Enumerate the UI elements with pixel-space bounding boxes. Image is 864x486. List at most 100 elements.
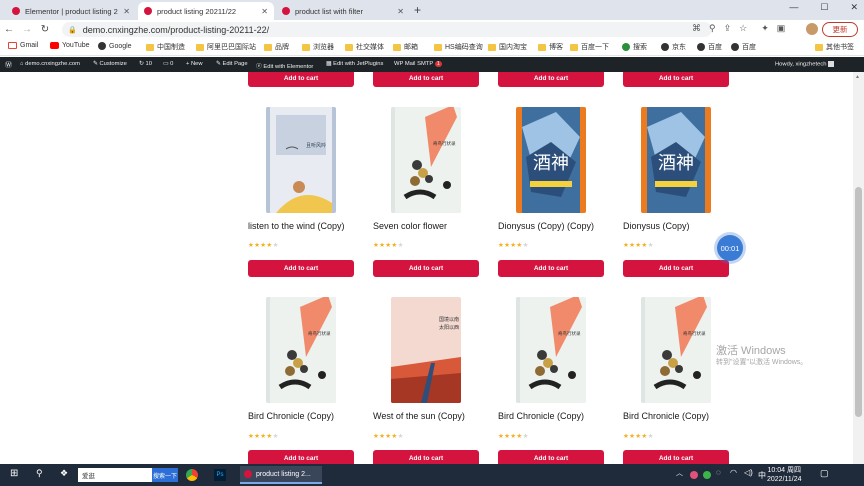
maximize-button[interactable]: ☐ (820, 2, 828, 13)
forward-button[interactable]: → (18, 24, 36, 35)
product-title[interactable]: Dionysus (Copy) (623, 221, 690, 231)
product-image[interactable]: 奇鸟行状录 (516, 297, 586, 403)
wp-jetplugins-link[interactable]: ▦ Edit with JetPlugins (326, 61, 383, 67)
chrome-icon[interactable] (186, 469, 198, 481)
taskbar-app-chrome[interactable]: product listing 2... (240, 466, 322, 484)
product-title[interactable]: West of the sun (Copy) (373, 411, 465, 421)
address-bar[interactable]: 🔒 demo.cnxingzhe.com/product-listing-202… (62, 22, 712, 37)
bookmark-item[interactable]: 国内淘宝 (488, 42, 527, 52)
ime-indicator[interactable]: 中 (758, 470, 766, 481)
add-to-cart-button[interactable]: Add to cart (248, 72, 354, 87)
bookmark-item[interactable]: 品牌 (264, 42, 289, 52)
wp-site-link[interactable]: ⌂ demo.cnxingzhe.com (20, 61, 80, 67)
bookmark-item[interactable]: 百度一下 (570, 42, 609, 52)
product-title[interactable]: Bird Chronicle (Copy) (248, 411, 334, 421)
bookmark-item[interactable]: 社交媒体 (345, 42, 384, 52)
wechat-icon[interactable] (703, 471, 711, 479)
sidebar-icon[interactable]: ▣ (777, 23, 786, 34)
product-title[interactable]: listen to the wind (Copy) (248, 221, 345, 231)
minimize-button[interactable]: — (789, 2, 798, 13)
bookmark-item[interactable]: 中国制造 (146, 42, 185, 52)
add-to-cart-button[interactable]: Add to cart (498, 450, 604, 464)
close-icon[interactable]: ✕ (123, 7, 130, 16)
product-image[interactable]: 奇鸟行状录 (641, 297, 711, 403)
timer-badge[interactable]: 00:01 (717, 235, 743, 261)
new-tab-button[interactable]: + (414, 3, 421, 17)
wp-customize-link[interactable]: ✎ Customize (93, 61, 127, 67)
reload-button[interactable]: ↻ (36, 24, 54, 35)
wp-howdy-link[interactable]: Howdy, xingzhetech (775, 61, 835, 68)
notification-icon[interactable]: ▢ (820, 468, 829, 479)
product-title[interactable]: Bird Chronicle (Copy) (623, 411, 709, 421)
scroll-up-icon[interactable]: ▲ (855, 74, 860, 80)
product-image[interactable]: 酒神 (641, 107, 711, 213)
add-to-cart-button[interactable]: Add to cart (623, 450, 729, 464)
taskbar-clock[interactable]: 10:04 周四 2022/11/24 (767, 466, 802, 484)
taskbar-search-button[interactable]: 搜索一下 (152, 468, 178, 482)
wp-elementor-link[interactable]: ⓔ Edit with Elementor (256, 61, 313, 70)
bookmark-item[interactable]: YouTube (50, 42, 90, 49)
tray-app-icon[interactable] (690, 471, 698, 479)
bookmark-item[interactable]: Gmail (8, 42, 38, 49)
avatar[interactable] (806, 23, 818, 35)
taskbar-search-input[interactable]: 爱逛 搜索一下 (78, 468, 178, 482)
product-title[interactable]: Dionysus (Copy) (Copy) (498, 221, 594, 231)
bookmark-item[interactable]: 阿里巴巴国际站 (196, 42, 256, 52)
translate-icon[interactable]: ⌘ (692, 23, 701, 34)
bookmark-item[interactable]: 其他书签 (815, 42, 854, 52)
bookmark-item[interactable]: 博客 (538, 42, 563, 52)
add-to-cart-button[interactable]: Add to cart (498, 72, 604, 87)
add-to-cart-button[interactable]: Add to cart (373, 450, 479, 464)
bookmark-item[interactable]: HS编码查询 (434, 42, 483, 52)
product-image[interactable]: 国境以南 太阳以西 (391, 297, 461, 403)
wifi-icon[interactable]: ◠ (730, 468, 737, 477)
wp-updates-link[interactable]: ↻ 10 (139, 61, 152, 67)
network-icon[interactable]: ◌ (716, 468, 721, 477)
wp-new-link[interactable]: + New (186, 61, 203, 67)
bookmark-item[interactable]: 搜索 (622, 42, 647, 52)
update-button[interactable]: 更新 (822, 22, 858, 37)
tab-product-listing[interactable]: product listing 20211/22 ✕ (138, 2, 274, 20)
extensions-icon[interactable]: ✦ (761, 23, 769, 34)
bookmark-item[interactable]: 邮箱 (393, 42, 418, 52)
add-to-cart-button[interactable]: Add to cart (623, 260, 729, 277)
wp-smtp-link[interactable]: WP Mail SMTP 1 (394, 61, 442, 67)
photoshop-icon[interactable]: Ps (214, 469, 226, 481)
scrollbar-thumb[interactable] (855, 187, 862, 417)
chevron-up-icon[interactable]: ︿ (676, 468, 683, 478)
bookmark-item[interactable]: 百度 (697, 42, 722, 52)
bookmark-item[interactable]: Google (98, 42, 132, 50)
widgets-icon[interactable]: ❖ (60, 468, 68, 479)
close-icon[interactable]: ✕ (261, 7, 268, 16)
wp-comments-link[interactable]: ▭ 0 (163, 61, 173, 67)
scrollbar[interactable]: ▲ (853, 72, 864, 464)
volume-icon[interactable]: ◁) (744, 468, 753, 477)
add-to-cart-button[interactable]: Add to cart (248, 260, 354, 277)
add-to-cart-button[interactable]: Add to cart (623, 72, 729, 87)
close-window-button[interactable]: ✕ (850, 2, 858, 13)
bookmark-item[interactable]: 京东 (661, 42, 686, 52)
product-image[interactable]: 奇鸟行状录 (266, 297, 336, 403)
wp-edit-page-link[interactable]: ✎ Edit Page (216, 61, 248, 67)
add-to-cart-button[interactable]: Add to cart (248, 450, 354, 464)
wordpress-icon[interactable]: Ⓦ (5, 60, 12, 70)
product-image[interactable]: 且听风吟 (266, 107, 336, 213)
windows-start-icon[interactable]: ⊞ (10, 468, 18, 479)
bookmark-star-icon[interactable]: ☆ (739, 23, 747, 34)
product-image[interactable]: 酒神 (516, 107, 586, 213)
close-icon[interactable]: ✕ (397, 7, 404, 16)
product-title[interactable]: Seven color flower (373, 221, 447, 231)
product-title[interactable]: Bird Chronicle (Copy) (498, 411, 584, 421)
product-image[interactable]: 奇鸟行状录 (391, 107, 461, 213)
back-button[interactable]: ← (0, 24, 18, 35)
add-to-cart-button[interactable]: Add to cart (373, 72, 479, 87)
share-icon[interactable]: ⇪ (724, 23, 732, 34)
add-to-cart-button[interactable]: Add to cart (373, 260, 479, 277)
bookmark-item[interactable]: 百度 (731, 42, 756, 52)
bookmark-item[interactable]: 浏览器 (302, 42, 334, 52)
tab-product-list-filter[interactable]: product list with filter ✕ (276, 2, 410, 20)
search-icon[interactable]: ⚲ (36, 468, 43, 479)
zoom-icon[interactable]: ⚲ (709, 23, 716, 34)
tab-elementor[interactable]: Elementor | product listing 20 ✕ (6, 2, 136, 20)
add-to-cart-button[interactable]: Add to cart (498, 260, 604, 277)
